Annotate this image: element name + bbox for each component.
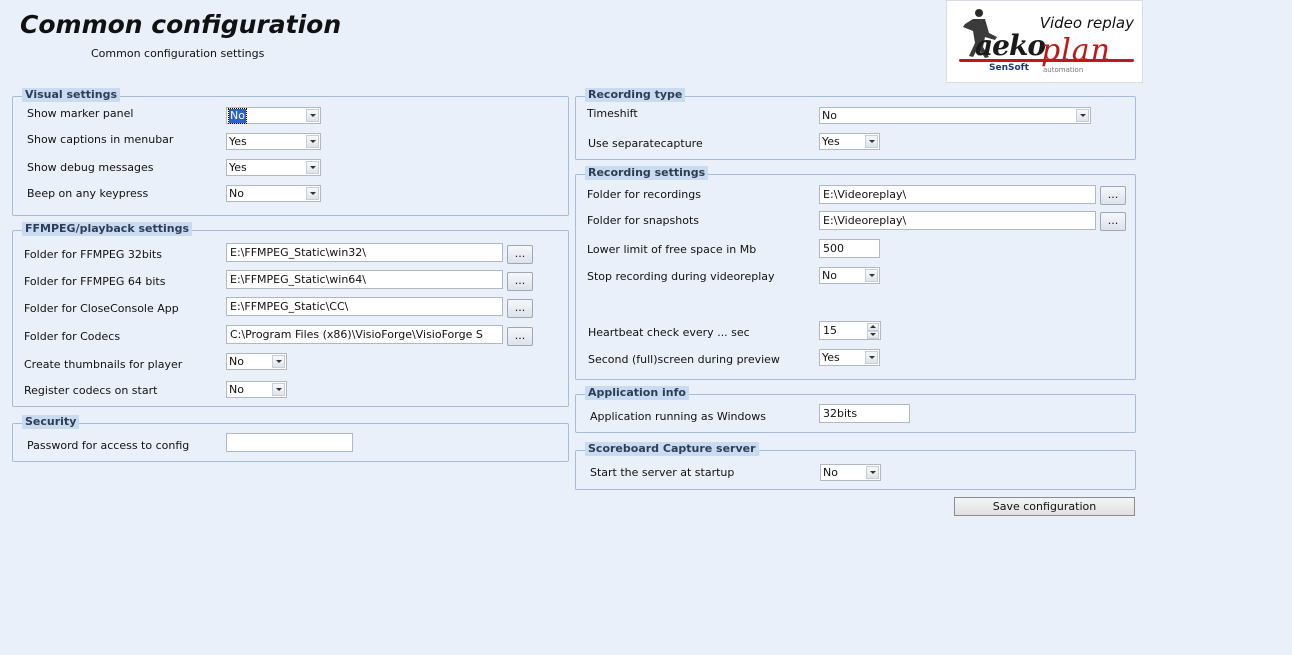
save-configuration-button[interactable]: Save configuration: [954, 497, 1135, 516]
beep-keypress-value: No: [229, 187, 244, 200]
separate-capture-label: Use separatecapture: [588, 137, 703, 150]
codecs-folder-label: Folder for Codecs: [24, 330, 121, 343]
show-captions-label: Show captions in menubar: [27, 133, 174, 146]
register-codecs-value: No: [229, 383, 244, 396]
show-marker-panel-select[interactable]: No: [226, 107, 321, 124]
logo-tagline: Video replay: [1039, 14, 1134, 32]
chevron-down-icon[interactable]: [306, 135, 319, 148]
lower-limit-value: 500: [823, 242, 844, 255]
ffmpeg64-browse-button[interactable]: ...: [507, 272, 533, 291]
start-server-value: No: [823, 466, 838, 479]
heartbeat-label: Heartbeat check every ... sec: [588, 326, 750, 339]
beep-keypress-label: Beep on any keypress: [27, 187, 149, 200]
chevron-down-icon[interactable]: [272, 383, 285, 396]
snapshots-folder-label: Folder for snapshots: [587, 214, 700, 227]
recordings-folder-label: Folder for recordings: [587, 188, 701, 201]
chevron-down-icon[interactable]: [306, 187, 319, 200]
recording-type-legend: Recording type: [585, 88, 686, 102]
page-title: Common configuration: [20, 10, 342, 39]
show-marker-panel-value: No: [228, 108, 247, 124]
show-captions-value: Yes: [229, 135, 247, 148]
security-legend: Security: [22, 415, 80, 429]
company-logo: Video replay aeko plan SenSoft automatio…: [946, 0, 1143, 83]
chevron-down-icon[interactable]: [306, 109, 319, 122]
lower-limit-label: Lower limit of free space in Mb: [587, 243, 757, 256]
ffmpeg32-field[interactable]: E:\FFMPEG_Static\win32\: [226, 243, 503, 262]
stop-recording-value: No: [822, 269, 837, 282]
ffmpeg32-browse-button[interactable]: ...: [507, 245, 533, 264]
show-marker-panel-label: Show marker panel: [27, 107, 134, 120]
chevron-down-icon[interactable]: [866, 466, 879, 479]
logo-brand-left: aeko: [975, 29, 1046, 62]
create-thumbnails-value: No: [229, 355, 244, 368]
recording-settings-legend: Recording settings: [585, 166, 709, 180]
chevron-down-icon[interactable]: [306, 161, 319, 174]
timeshift-select[interactable]: No: [819, 107, 1091, 124]
chevron-down-icon[interactable]: [1076, 109, 1089, 122]
chevron-down-icon[interactable]: [865, 269, 878, 282]
create-thumbnails-label: Create thumbnails for player: [24, 358, 183, 371]
beep-keypress-select[interactable]: No: [226, 185, 321, 202]
separate-capture-value: Yes: [822, 135, 840, 148]
heartbeat-spinner[interactable]: 15: [819, 321, 881, 340]
register-codecs-label: Register codecs on start: [24, 384, 158, 397]
logo-company-sub: automation: [1043, 66, 1084, 74]
password-label: Password for access to config: [27, 439, 190, 452]
register-codecs-select[interactable]: No: [226, 381, 287, 398]
separate-capture-select[interactable]: Yes: [819, 133, 880, 150]
stop-recording-label: Stop recording during videoreplay: [587, 270, 775, 283]
recordings-folder-field[interactable]: E:\Videoreplay\: [819, 185, 1096, 204]
ffmpeg-settings-legend: FFMPEG/playback settings: [22, 222, 193, 236]
logo-brand-right: plan: [1041, 33, 1112, 68]
show-debug-label: Show debug messages: [27, 161, 154, 174]
codecs-folder-browse-button[interactable]: ...: [507, 327, 533, 346]
show-debug-value: Yes: [229, 161, 247, 174]
timeshift-value: No: [822, 109, 837, 122]
ffmpeg64-label: Folder for FFMPEG 64 bits: [24, 275, 166, 288]
chevron-down-icon[interactable]: [865, 135, 878, 148]
chevron-down-icon[interactable]: [865, 351, 878, 364]
running-as-label: Application running as Windows: [590, 410, 766, 423]
second-screen-label: Second (full)screen during preview: [588, 353, 780, 366]
recordings-folder-value: E:\Videoreplay\: [823, 188, 907, 201]
closeconsole-label: Folder for CloseConsole App: [24, 302, 179, 315]
snapshots-folder-field[interactable]: E:\Videoreplay\: [819, 211, 1096, 230]
second-screen-select[interactable]: Yes: [819, 349, 880, 366]
lower-limit-field[interactable]: 500: [819, 239, 880, 258]
ffmpeg32-value: E:\FFMPEG_Static\win32\: [230, 246, 367, 259]
application-info-legend: Application info: [585, 386, 689, 400]
spin-down-icon[interactable]: [867, 331, 879, 339]
snapshots-folder-browse-button[interactable]: ...: [1100, 212, 1126, 231]
heartbeat-value: 15: [823, 324, 837, 337]
closeconsole-value: E:\FFMPEG_Static\CC\: [230, 300, 349, 313]
stop-recording-select[interactable]: No: [819, 267, 880, 284]
logo-company: SenSoft: [989, 63, 1029, 73]
spin-up-icon[interactable]: [867, 323, 879, 331]
visual-settings-legend: Visual settings: [22, 88, 121, 102]
create-thumbnails-select[interactable]: No: [226, 353, 287, 370]
closeconsole-field[interactable]: E:\FFMPEG_Static\CC\: [226, 297, 503, 316]
ffmpeg64-value: E:\FFMPEG_Static\win64\: [230, 273, 367, 286]
running-as-value: 32bits: [823, 407, 858, 420]
page-subtitle: Common configuration settings: [91, 47, 265, 60]
ffmpeg32-label: Folder for FFMPEG 32bits: [24, 248, 162, 261]
ffmpeg64-field[interactable]: E:\FFMPEG_Static\win64\: [226, 270, 503, 289]
second-screen-value: Yes: [822, 351, 840, 364]
start-server-label: Start the server at startup: [590, 466, 735, 479]
start-server-select[interactable]: No: [820, 464, 881, 481]
scoreboard-server-legend: Scoreboard Capture server: [585, 442, 759, 456]
snapshots-folder-value: E:\Videoreplay\: [823, 214, 907, 227]
show-debug-select[interactable]: Yes: [226, 159, 321, 176]
closeconsole-browse-button[interactable]: ...: [507, 299, 533, 318]
chevron-down-icon[interactable]: [272, 355, 285, 368]
recordings-folder-browse-button[interactable]: ...: [1100, 186, 1126, 205]
running-as-field: 32bits: [819, 404, 910, 423]
password-field[interactable]: [226, 433, 353, 452]
timeshift-label: Timeshift: [587, 107, 638, 120]
codecs-folder-value: C:\Program Files (x86)\VisioForge\VisioF…: [230, 328, 483, 341]
codecs-folder-field[interactable]: C:\Program Files (x86)\VisioForge\VisioF…: [226, 325, 503, 344]
show-captions-select[interactable]: Yes: [226, 133, 321, 150]
